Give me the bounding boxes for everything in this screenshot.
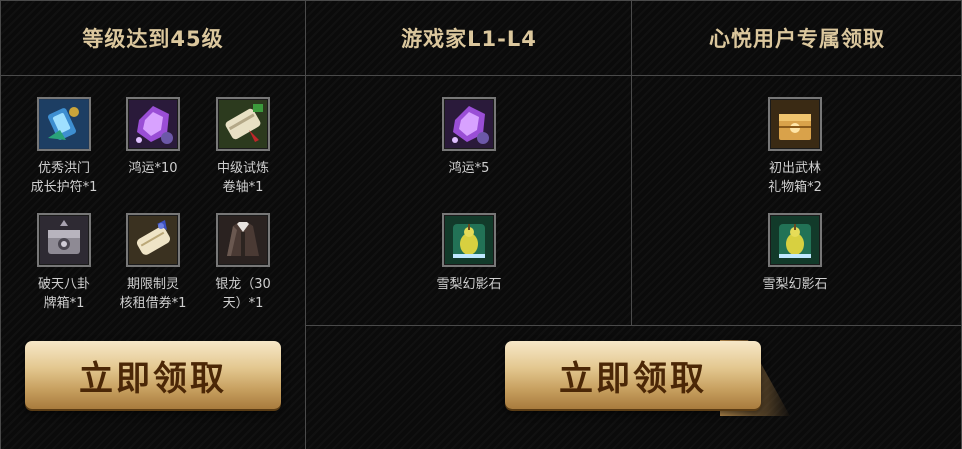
purple-crystal-icon xyxy=(129,100,177,148)
reward-item-label: 鸿运*10 xyxy=(128,161,178,176)
claim-button-level45[interactable]: 立即领取 xyxy=(25,341,281,409)
divider-1 xyxy=(305,0,306,449)
reward-item[interactable]: 期限制灵 核租借券*1 xyxy=(103,213,203,313)
border-left xyxy=(0,0,1,449)
coat-icon xyxy=(219,216,267,264)
reward-item[interactable]: 银龙（30 天）*1 xyxy=(193,213,293,313)
reward-item-label: 银龙（30 天）*1 xyxy=(215,277,271,311)
reward-item-label: 期限制灵 核租借券*1 xyxy=(119,277,187,311)
pear-stone-icon xyxy=(445,216,493,264)
reward-item-label: 优秀洪门 成长护符*1 xyxy=(30,161,98,195)
purple-crystal-icon xyxy=(445,100,493,148)
pear-stone-icon xyxy=(771,216,819,264)
header-underline xyxy=(0,75,962,76)
reward-item-label: 鸿运*5 xyxy=(448,161,490,176)
reward-item[interactable]: 破天八卦 牌箱*1 xyxy=(14,213,114,313)
panel-title-level45: 等级达到45级 xyxy=(82,27,224,51)
panel-title-gamer: 游戏家L1-L4 xyxy=(401,27,537,51)
reward-item[interactable]: 中级试炼 卷轴*1 xyxy=(193,97,293,197)
reward-item[interactable]: 鸿运*5 xyxy=(419,97,519,178)
charm-icon xyxy=(40,100,88,148)
lower-section-line xyxy=(306,325,962,326)
reward-item[interactable]: 初出武林 礼物箱*2 xyxy=(745,97,845,197)
scroll-icon xyxy=(219,100,267,148)
reward-item-label: 破天八卦 牌箱*1 xyxy=(37,277,90,311)
reward-item-label: 初出武林 礼物箱*2 xyxy=(768,161,822,195)
chest-icon xyxy=(40,216,88,264)
reward-item[interactable]: 雪梨幻影石 xyxy=(419,213,519,294)
reward-item-label: 雪梨幻影石 xyxy=(436,277,502,292)
border-top xyxy=(0,0,962,1)
reward-item-label: 中级试炼 卷轴*1 xyxy=(216,161,269,195)
gift-box-icon xyxy=(771,100,819,148)
reward-item-label: 雪梨幻影石 xyxy=(762,277,828,292)
reward-item[interactable]: 雪梨幻影石 xyxy=(745,213,845,294)
scroll-ribbon-icon xyxy=(129,216,177,264)
reward-item[interactable]: 优秀洪门 成长护符*1 xyxy=(14,97,114,197)
reward-item[interactable]: 鸿运*10 xyxy=(103,97,203,178)
panel-title-xinyue: 心悦用户专属领取 xyxy=(709,27,885,51)
claim-button-shared[interactable]: 立即领取 xyxy=(505,341,761,409)
